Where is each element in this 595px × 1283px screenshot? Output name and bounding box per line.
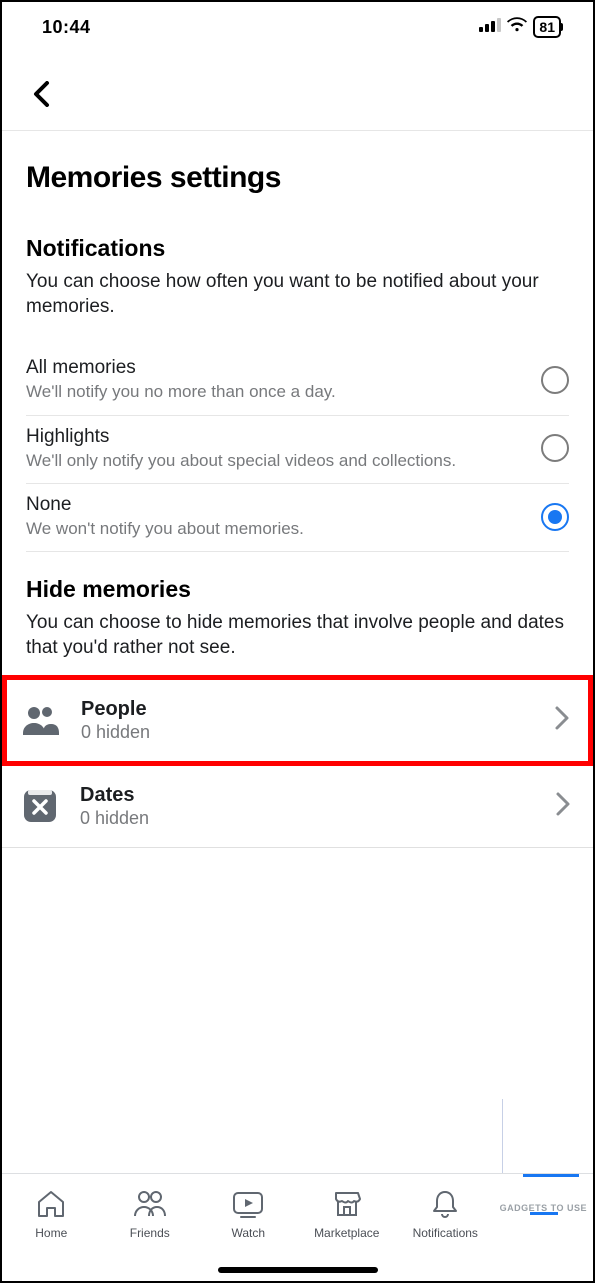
tab-notifications[interactable]: Notifications (396, 1174, 495, 1281)
row-title: Dates (80, 784, 535, 807)
option-sub: We'll only notify you about special vide… (26, 450, 525, 471)
tab-friends[interactable]: Friends (101, 1174, 200, 1281)
radio-icon (541, 503, 569, 531)
bell-icon (431, 1188, 459, 1220)
content: Memories settings Notifications You can … (2, 161, 593, 848)
status-time: 10:44 (42, 17, 91, 38)
notifications-heading: Notifications (26, 235, 569, 262)
status-indicators: 81 (479, 16, 561, 38)
people-icon (21, 700, 61, 740)
tab-label: Friends (130, 1226, 170, 1240)
divider (2, 130, 593, 131)
tab-watch[interactable]: Watch (199, 1174, 298, 1281)
radio-icon (541, 366, 569, 394)
tab-home[interactable]: Home (2, 1174, 101, 1281)
active-indicator (523, 1174, 579, 1177)
status-bar: 10:44 81 (2, 2, 593, 52)
dates-icon (20, 786, 60, 826)
row-sub: 0 hidden (81, 722, 534, 743)
option-title: All memories (26, 357, 525, 379)
chevron-right-icon (554, 705, 570, 736)
watch-icon (231, 1188, 265, 1220)
highlight-box: People 0 hidden (2, 675, 593, 766)
home-icon (36, 1188, 66, 1220)
battery-indicator: 81 (533, 16, 561, 38)
hide-dates-row[interactable]: Dates 0 hidden (2, 766, 593, 847)
marketplace-icon (332, 1188, 362, 1220)
tab-bar: Home Friends Watch Marketplace Notificat… (2, 1173, 593, 1281)
page-title: Memories settings (26, 161, 569, 195)
row-title: People (81, 698, 534, 721)
cellular-icon (479, 18, 501, 37)
tab-menu[interactable] (495, 1174, 594, 1281)
back-button[interactable] (24, 76, 60, 112)
tab-label: Home (35, 1226, 67, 1240)
decorative-line (502, 1099, 503, 1173)
option-title: Highlights (26, 426, 525, 448)
header (2, 52, 593, 130)
hide-desc: You can choose to hide memories that inv… (26, 611, 569, 660)
option-all-memories[interactable]: All memories We'll notify you no more th… (26, 347, 569, 415)
hide-people-row[interactable]: People 0 hidden (7, 680, 588, 761)
option-none[interactable]: None We won't notify you about memories. (26, 484, 569, 552)
chevron-left-icon (31, 81, 53, 107)
tab-label: Watch (231, 1226, 265, 1240)
watermark: GADGETS TO USE (500, 1203, 587, 1213)
chevron-right-icon (555, 791, 571, 822)
tab-marketplace[interactable]: Marketplace (298, 1174, 397, 1281)
option-sub: We won't notify you about memories. (26, 518, 525, 539)
friends-icon (133, 1188, 167, 1220)
wifi-icon (507, 17, 527, 37)
divider (2, 847, 593, 848)
notifications-desc: You can choose how often you want to be … (26, 270, 569, 319)
home-indicator (218, 1267, 378, 1273)
row-sub: 0 hidden (80, 808, 535, 829)
tab-label: Marketplace (314, 1226, 379, 1240)
hide-heading: Hide memories (26, 576, 569, 603)
option-highlights[interactable]: Highlights We'll only notify you about s… (26, 416, 569, 484)
option-title: None (26, 494, 525, 516)
option-sub: We'll notify you no more than once a day… (26, 381, 525, 402)
radio-icon (541, 434, 569, 462)
tab-label: Notifications (413, 1226, 478, 1240)
